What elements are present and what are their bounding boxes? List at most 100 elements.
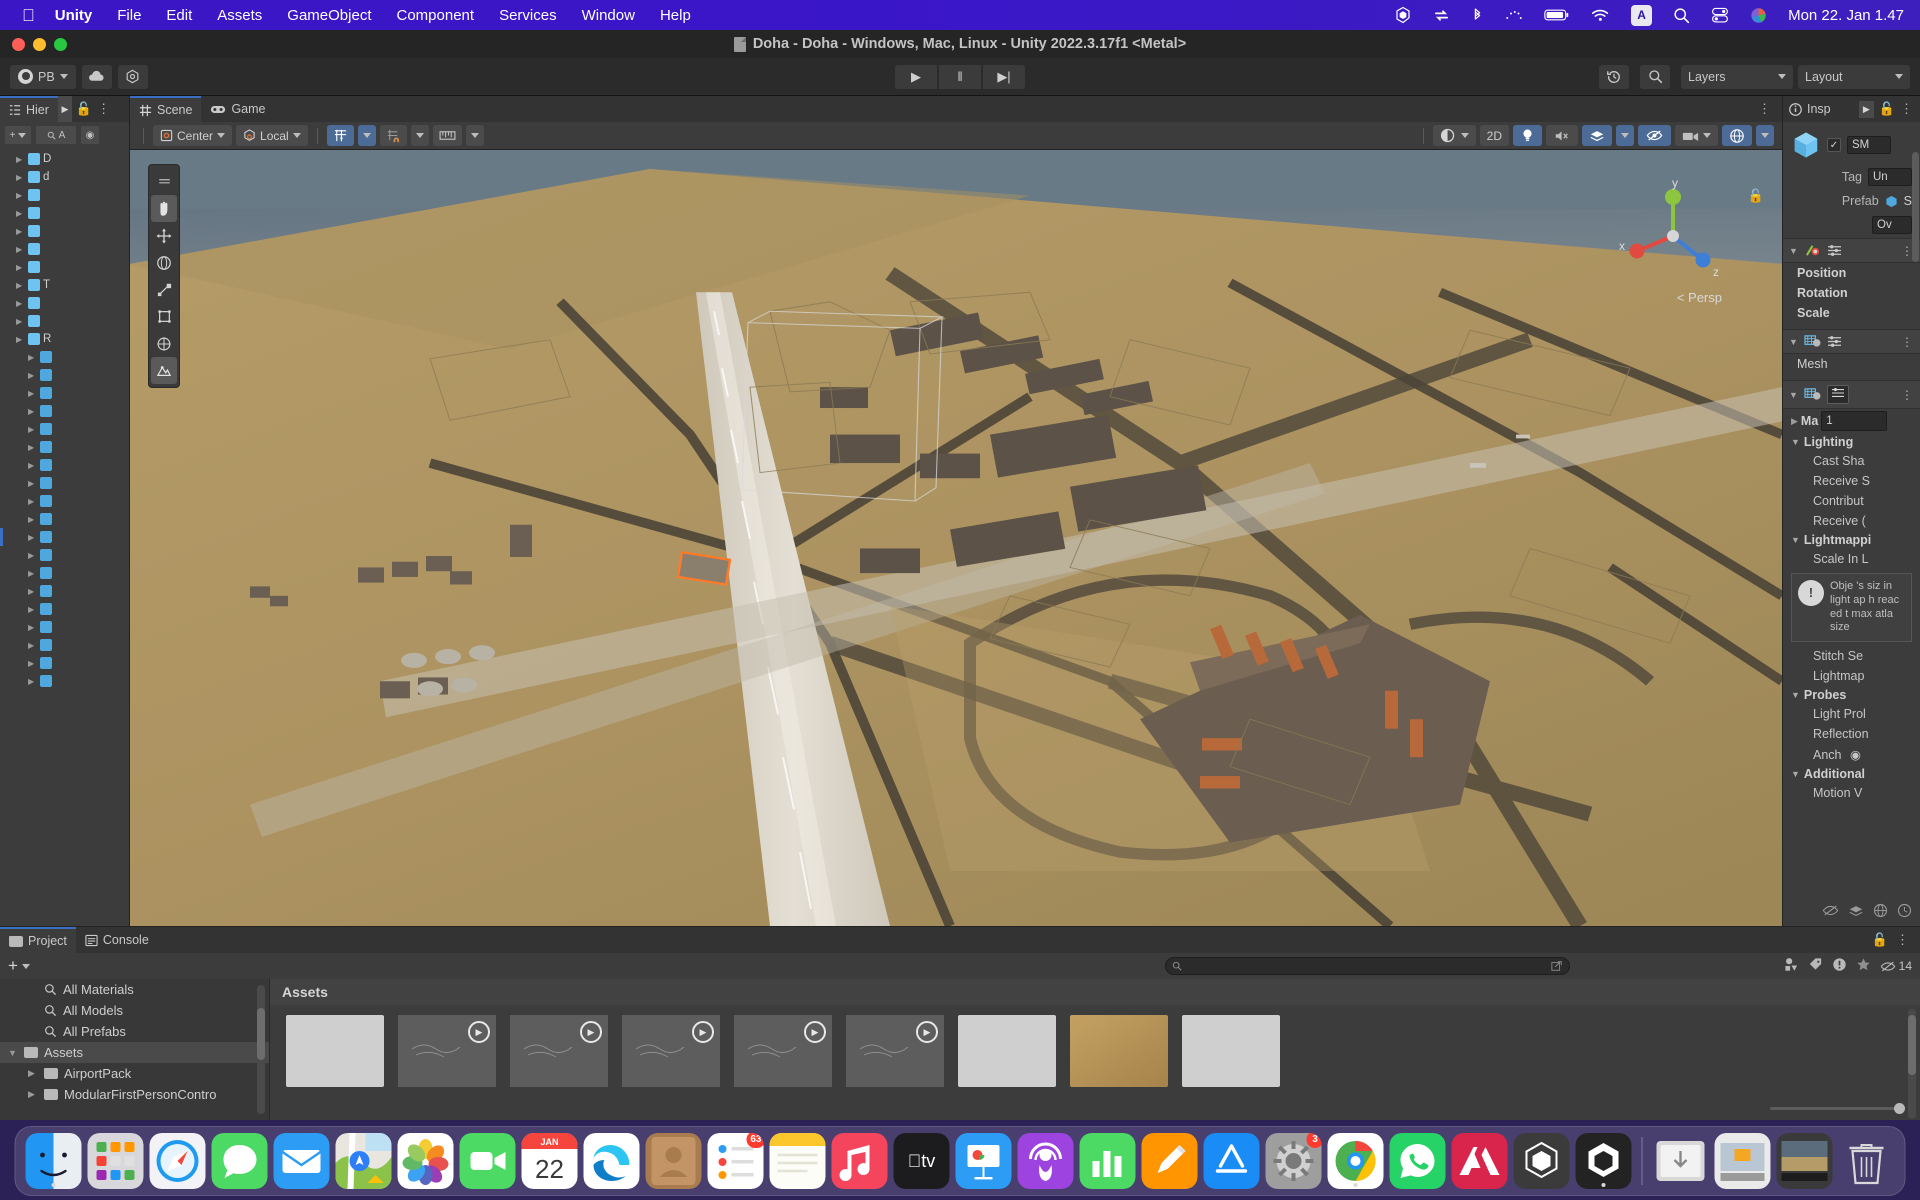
grid-snap-dropdown[interactable] (357, 125, 376, 146)
account-button[interactable]: PB (10, 64, 76, 89)
receive-gi-label[interactable]: Receive ( (1783, 511, 1920, 531)
hierarchy-row[interactable]: ▶ (0, 420, 129, 438)
chevron-right-icon[interactable]: ▶ (28, 659, 37, 668)
lighting-group[interactable]: ▼ Lighting (1783, 433, 1920, 451)
light-probes-label[interactable]: Light Prol (1783, 704, 1920, 724)
transform-scale-label[interactable]: Scale (1783, 303, 1920, 323)
close-button[interactable] (12, 38, 25, 51)
project-tree-row[interactable]: All Prefabs (0, 1021, 269, 1042)
hierarchy-row[interactable]: ▶ (0, 438, 129, 456)
reflection-probes-label[interactable]: Reflection (1783, 724, 1920, 744)
object-name-field[interactable]: SM (1847, 136, 1891, 154)
transform-component-header[interactable]: ▼ ⋮ (1783, 238, 1920, 263)
kebab-menu-icon[interactable]: ⋮ (1896, 932, 1910, 948)
menu-gameobject[interactable]: GameObject (287, 7, 371, 24)
hierarchy-visibility-toggle[interactable]: ◉ (81, 126, 99, 144)
pivot-mode-dropdown[interactable]: Center (153, 125, 233, 146)
dock-app-trash[interactable] (1839, 1133, 1895, 1189)
chevron-right-icon[interactable]: ▶ (16, 335, 25, 344)
chevron-right-icon[interactable]: ▶ (28, 605, 37, 614)
chevron-down-icon[interactable]: ▼ (1791, 535, 1800, 545)
cloud-services-button[interactable] (81, 64, 112, 89)
hierarchy-row[interactable]: ▶ (0, 582, 129, 600)
anchor-override-label[interactable]: Anch ◉ (1783, 744, 1920, 765)
project-tree-row[interactable]: All Materials (0, 979, 269, 1000)
scene-view-gizmo[interactable]: y x z (1618, 176, 1728, 288)
asset-thumbnail[interactable]: ▶ (734, 1015, 832, 1087)
renderer-settings-toggle[interactable] (1826, 385, 1849, 404)
dock-app-unity-hub[interactable] (1513, 1133, 1570, 1189)
cast-shadows-label[interactable]: Cast Sha (1783, 451, 1920, 471)
layout-dropdown[interactable]: Layout (1798, 64, 1910, 89)
hierarchy-row[interactable]: ▶ (0, 294, 129, 312)
dots-status-icon[interactable] (1505, 9, 1523, 21)
chevron-right-icon[interactable]: ▶ (28, 479, 37, 488)
tag-dropdown[interactable]: Un (1868, 168, 1912, 186)
chevron-right-icon[interactable]: ▶ (16, 191, 25, 200)
asset-thumbnail[interactable]: ▶ (398, 1015, 496, 1087)
hierarchy-add-button[interactable]: + (5, 126, 31, 144)
project-tree-row[interactable]: ▶ ModularFirstPersonContro (0, 1084, 269, 1105)
tab-project[interactable]: Project (0, 927, 76, 953)
chevron-right-icon[interactable]: ▶ (28, 551, 37, 560)
chevron-right-icon[interactable]: ▶ (28, 497, 37, 506)
chevron-right-icon[interactable]: ▶ (28, 353, 37, 362)
undo-history-button[interactable] (1599, 64, 1629, 89)
chevron-right-icon[interactable]: ▶ (28, 443, 37, 452)
hierarchy-row[interactable]: ▶ (0, 636, 129, 654)
project-search-input[interactable] (1165, 957, 1570, 975)
assets-scrollbar[interactable] (1908, 1009, 1916, 1119)
gizmos-toggle-icon[interactable] (1722, 125, 1752, 146)
dock-app-facetime[interactable] (459, 1133, 516, 1189)
hidden-icon[interactable] (1822, 904, 1839, 920)
dock-app-maps[interactable] (335, 1133, 392, 1189)
dock-app-podcasts[interactable] (1017, 1133, 1074, 1189)
assets-zoom-slider[interactable] (1770, 1103, 1905, 1114)
play-preview-icon[interactable]: ▶ (692, 1021, 714, 1043)
dock-app-unity-editor[interactable] (1575, 1133, 1632, 1189)
play-preview-icon[interactable]: ▶ (580, 1021, 602, 1043)
chevron-right-icon[interactable]: ▶ (28, 623, 37, 632)
chevron-right-icon[interactable]: ▶ (28, 569, 37, 578)
mesh-property-label[interactable]: Mesh (1783, 354, 1920, 374)
chevron-down-icon[interactable]: ▼ (1791, 769, 1800, 779)
hierarchy-row[interactable]: ▶ (0, 528, 129, 546)
lock-icon[interactable]: 🔓 (76, 101, 92, 117)
chevron-right-icon[interactable]: ▶ (28, 389, 37, 398)
audio-mute-icon[interactable] (1546, 125, 1578, 146)
kebab-menu-icon[interactable]: ⋮ (1900, 101, 1914, 117)
chevron-right-icon[interactable]: ▶ (16, 155, 25, 164)
chevron-right-icon[interactable]: ▶ (28, 587, 37, 596)
hidden-objects-icon[interactable] (1638, 125, 1671, 146)
scale-tool[interactable] (149, 276, 179, 303)
hierarchy-row[interactable]: ▶ (0, 258, 129, 276)
magnet-snap-dropdown[interactable] (410, 125, 429, 146)
scene-camera-dropdown[interactable] (1675, 125, 1718, 146)
scene-lighting-icon[interactable] (1513, 125, 1542, 146)
dock-app-chrome[interactable] (1327, 1133, 1384, 1189)
dock-app-finder[interactable] (25, 1133, 82, 1189)
chevron-right-icon[interactable]: ▶ (28, 515, 37, 524)
hierarchy-row[interactable]: ▶ (0, 312, 129, 330)
motion-vectors-label[interactable]: Motion V (1783, 783, 1920, 803)
hierarchy-row[interactable]: ▶ (0, 402, 129, 420)
hierarchy-row[interactable]: ▶ T (0, 276, 129, 294)
zoom-button[interactable] (54, 38, 67, 51)
hierarchy-row[interactable]: ▶ (0, 654, 129, 672)
toolbar-search-button[interactable] (1640, 64, 1670, 89)
dock-app-notes[interactable] (769, 1133, 826, 1189)
input-source-icon[interactable]: A (1631, 4, 1653, 26)
tab-console[interactable]: Console (76, 927, 158, 953)
inspector-scrollbar[interactable] (1912, 152, 1919, 262)
dock-app-launchpad[interactable] (87, 1133, 144, 1189)
chevron-down-icon[interactable]: ▼ (1789, 246, 1798, 256)
lightmapping-group[interactable]: ▼ Lightmappi (1783, 531, 1920, 549)
overrides-dropdown[interactable]: Ov (1872, 216, 1912, 234)
search-expand-icon[interactable] (1551, 960, 1563, 972)
chevron-down-icon[interactable]: ▼ (1789, 337, 1798, 347)
dock-app-edge[interactable] (583, 1133, 640, 1189)
spotlight-search-icon[interactable] (1673, 7, 1690, 24)
hierarchy-row[interactable]: ▶ (0, 546, 129, 564)
hierarchy-row[interactable]: ▶ D (0, 150, 129, 168)
handle-space-dropdown[interactable]: Local (236, 125, 308, 146)
